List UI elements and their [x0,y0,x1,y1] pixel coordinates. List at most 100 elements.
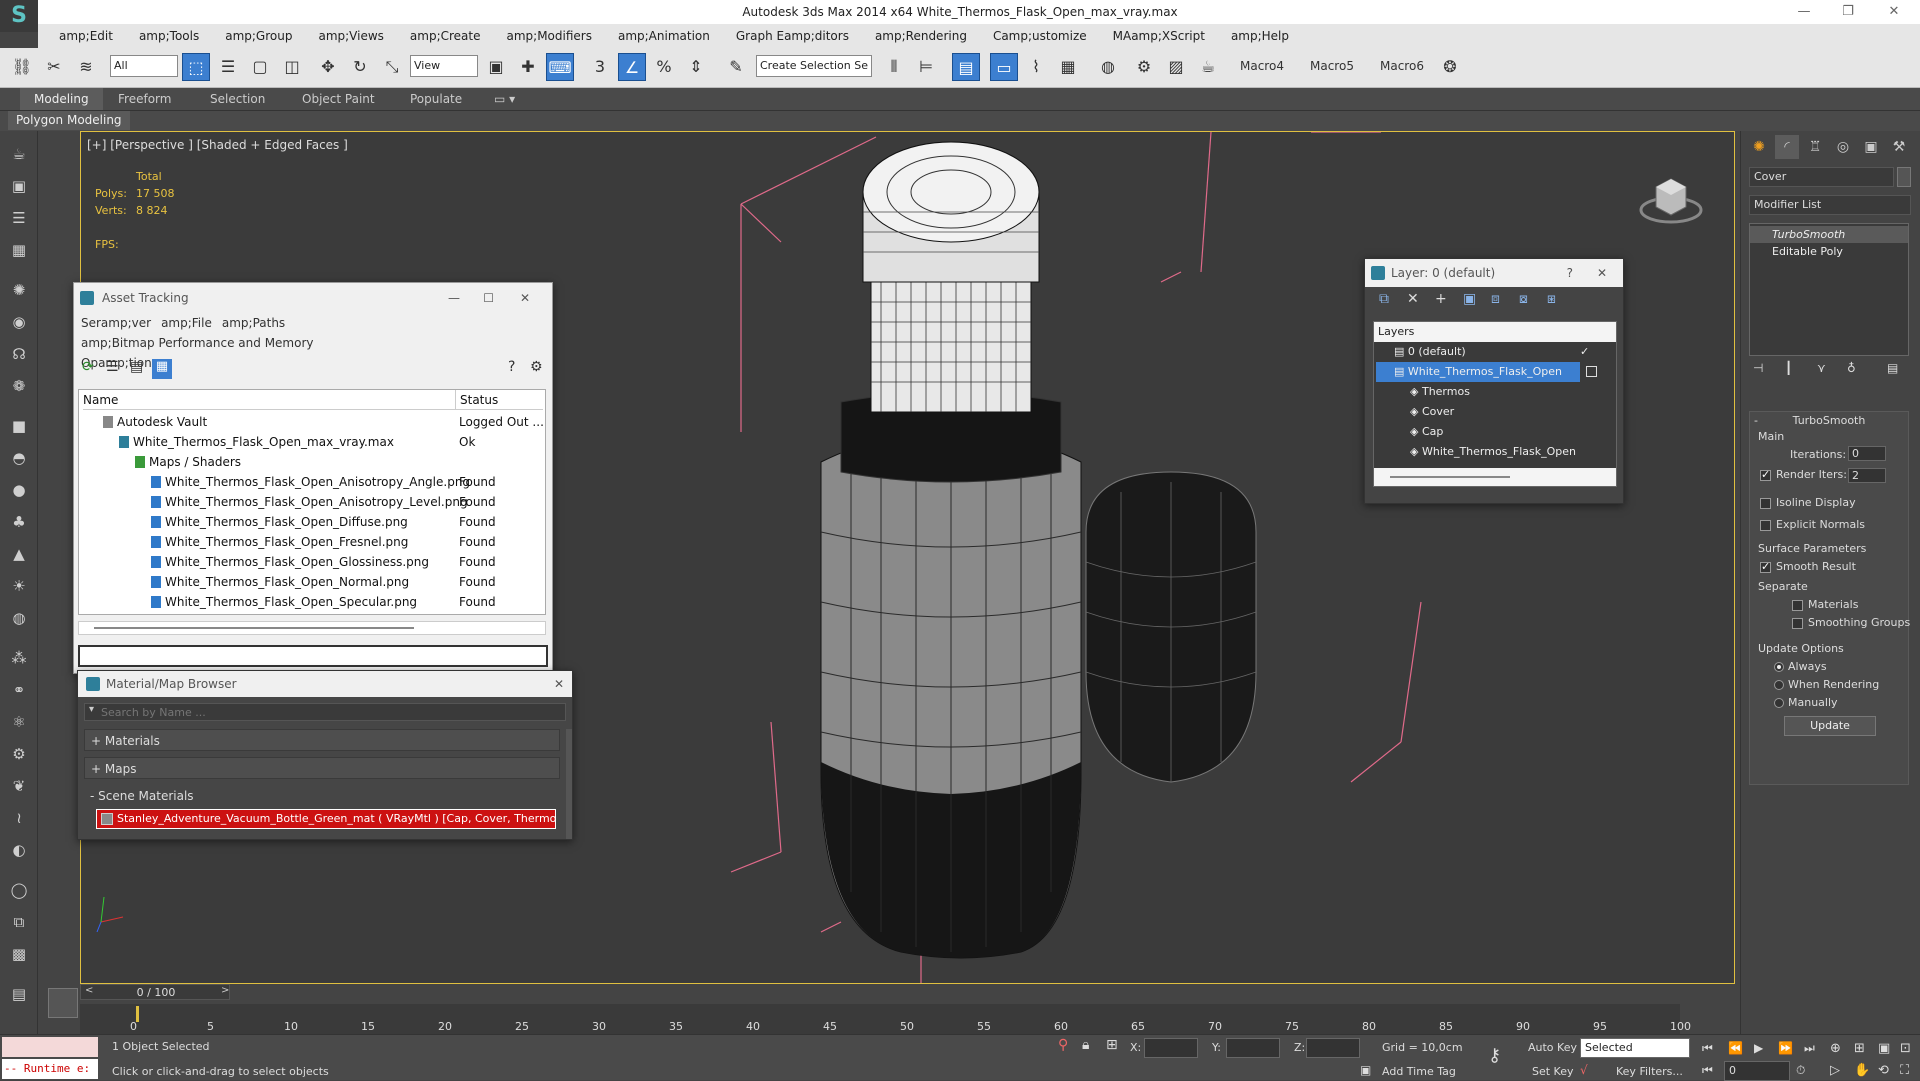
particles-icon[interactable]: ⁂ [8,647,30,669]
pan-icon[interactable]: ✋ [1854,1063,1870,1078]
curve-editor-icon[interactable]: ⌇ [1022,53,1050,81]
at-menu-file[interactable]: amp;File [156,313,217,333]
layer-highlight-icon[interactable]: ⧈ [1491,291,1500,307]
maxscript-listener[interactable] [2,1037,98,1057]
materials-section[interactable]: + Materials [84,729,560,751]
grid-icon[interactable]: ▦ [8,239,30,261]
detail-view-icon[interactable]: ▤ [130,359,143,375]
cloth-icon[interactable]: ◐ [8,839,30,861]
render-icon[interactable]: ☕ [1194,53,1222,81]
set-key-button[interactable]: Set Key [1532,1065,1574,1078]
manually-radio[interactable] [1774,698,1784,708]
hair-icon[interactable]: ≀ [8,807,30,829]
tab-modeling[interactable]: Modeling [20,88,103,110]
display-tab-icon[interactable]: ▣ [1859,135,1883,159]
app-logo-icon[interactable]: S [0,0,38,32]
object-item-cover[interactable]: ◈ Cover [1410,402,1454,422]
dome-icon[interactable]: ◓ [8,447,30,469]
maximize-viewport-icon[interactable]: ⛶ [1900,1063,1909,1078]
layer-close-icon[interactable]: ✕ [1597,259,1607,287]
macro6-button[interactable]: Macro6 [1380,55,1424,77]
rotate-icon[interactable]: ↻ [346,53,374,81]
ribbon-options-icon[interactable]: ▭ ▾ [480,88,529,110]
update-button[interactable]: Update [1784,716,1876,736]
x-coordinate-field[interactable] [1144,1038,1198,1058]
zoom-extents-all-icon[interactable]: ⊡ [1900,1041,1911,1056]
object-name-field[interactable]: Cover [1749,167,1894,187]
layer-dialog-titlebar[interactable]: Layer: 0 (default) ? ✕ [1365,259,1623,287]
key-mode-dropdown[interactable]: Selected [1580,1038,1690,1058]
helper-icon[interactable]: ☊ [8,343,30,365]
utilities-icon[interactable]: ▤ [8,983,30,1005]
make-unique-icon[interactable]: ⋎ [1817,361,1826,375]
named-selection-dropdown[interactable]: Create Selection Se [756,55,872,77]
minimize-button[interactable]: — [1784,0,1824,24]
next-key-icon[interactable]: ⏩ [1778,1041,1793,1055]
isolate-icon[interactable]: ⚲ [1058,1037,1068,1053]
rollout-title[interactable]: TurboSmooth [1750,414,1908,427]
at-menu-server[interactable]: Seramp;ver [76,313,156,333]
table-row[interactable]: White_Thermos_Flask_Open_Diffuse.png [151,512,408,532]
script-icon[interactable]: ❂ [1436,53,1464,81]
schematic-view-icon[interactable]: ▦ [1054,53,1082,81]
light-icon[interactable]: ✺ [8,279,30,301]
object-item-cap[interactable]: ◈ Cap [1410,422,1443,442]
render-setup-icon[interactable]: ⚙ [1130,53,1158,81]
auto-key-button[interactable]: Auto Key [1528,1041,1577,1054]
at-close-icon[interactable]: ✕ [520,283,530,313]
menu-animation[interactable]: amp;Animation [605,24,723,48]
prev-key-icon[interactable]: ⏪ [1728,1041,1743,1055]
pivot-center-icon[interactable]: ▣ [482,53,510,81]
table-row[interactable]: White_Thermos_Flask_Open_Normal.png [151,572,409,592]
table-view-icon[interactable]: ▦ [152,359,172,379]
modify-tab-icon[interactable]: ◜ [1775,135,1799,159]
object-item-flask-open[interactable]: ◈ White_Thermos_Flask_Open [1410,442,1576,462]
mini-curve-editor-icon[interactable] [48,988,78,1018]
object-color-swatch[interactable] [1897,167,1911,187]
tree-icon[interactable]: ♣ [8,511,30,533]
layer-manager-icon[interactable]: ▤ [952,53,980,81]
runtime-error-line[interactable]: -- Runtime e: [2,1059,98,1079]
scale-icon[interactable]: ⤡ [378,53,406,81]
motion-tab-icon[interactable]: ◎ [1831,135,1855,159]
smoothing-groups-checkbox[interactable] [1792,618,1803,629]
settings-icon[interactable]: ⚙ [530,359,543,375]
tab-selection[interactable]: Selection [196,88,279,110]
material-editor-icon[interactable]: ◍ [1094,53,1122,81]
maps-section[interactable]: + Maps [84,757,560,779]
play-icon[interactable]: ▶ [1754,1041,1763,1055]
isoline-checkbox[interactable] [1760,498,1771,509]
gear-icon[interactable]: ⚙ [8,743,30,765]
layers-header[interactable]: Layers [1374,322,1616,342]
mb-close-icon[interactable]: ✕ [554,671,564,697]
sphere-icon[interactable]: ● [8,479,30,501]
mirror-tool-icon[interactable]: ⧉ [8,911,30,933]
always-radio[interactable] [1774,662,1784,672]
stack-item-turbosmooth[interactable]: TurboSmooth [1750,226,1908,243]
horizontal-scrollbar[interactable] [78,621,546,635]
add-time-tag[interactable]: Add Time Tag [1382,1065,1456,1078]
fov-icon[interactable]: ▷ [1830,1063,1840,1078]
unlink-icon[interactable]: ✂ [40,53,68,81]
globe-icon[interactable]: ◯ [8,879,30,901]
goto-end-icon[interactable]: ⏭ [1804,1041,1815,1056]
camera-icon[interactable]: ◉ [8,311,30,333]
bind-spacewarp-icon[interactable]: ≋ [72,53,100,81]
at-maximize-icon[interactable]: ☐ [483,283,494,313]
tab-populate[interactable]: Populate [396,88,476,110]
iterations-spinner[interactable]: 0 [1848,446,1886,461]
help-icon[interactable]: ? [508,359,515,375]
explicit-normals-checkbox[interactable] [1760,520,1771,531]
remove-modifier-icon[interactable]: ♁ [1847,361,1856,375]
maximize-button[interactable]: ❐ [1828,0,1868,24]
layer-visibility-box[interactable] [1586,366,1597,377]
align-icon[interactable]: ⊨ [912,53,940,81]
list-icon[interactable]: ☰ [8,207,30,229]
render-frame-icon[interactable]: ▣ [8,175,30,197]
macro4-button[interactable]: Macro4 [1240,55,1284,77]
zoom-extents-icon[interactable]: ▣ [1878,1041,1890,1056]
mb-scrollbar[interactable] [566,729,572,839]
transform-mode-icon[interactable]: ⊞ [1106,1037,1118,1053]
select-by-name-icon[interactable]: ☰ [214,53,242,81]
angle-snap-icon[interactable]: ∠ [618,53,646,81]
